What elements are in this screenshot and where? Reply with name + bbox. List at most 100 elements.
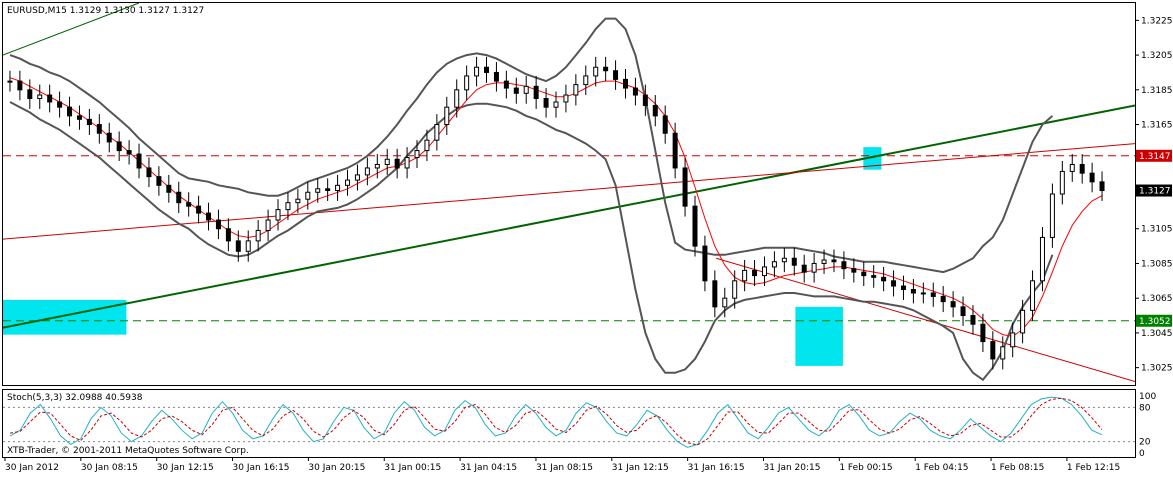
- candle-body: [940, 295, 946, 303]
- time-tick-label: 31 Jan 16:15: [688, 463, 745, 473]
- candle-body: [474, 66, 480, 77]
- candle-body: [17, 80, 23, 91]
- candle-body: [1020, 309, 1026, 334]
- candle-body: [841, 261, 847, 270]
- candle-body: [225, 228, 231, 242]
- price-tick-label: 1.3065: [1141, 294, 1173, 304]
- time-axis: 30 Jan 2012 30 Jan 08:15 30 Jan 12:15 30 Ja…: [4, 457, 1120, 473]
- candle-body: [970, 315, 976, 325]
- candle-body: [235, 240, 241, 252]
- candle-body: [1089, 172, 1095, 183]
- candle-body: [811, 262, 817, 273]
- time-tick-label: 31 Jan 04:15: [460, 463, 517, 473]
- time-tick-label: 30 Jan 2012: [5, 463, 59, 473]
- candle-body: [722, 297, 728, 308]
- candle-body: [444, 106, 450, 126]
- candle-body: [851, 268, 857, 273]
- candle-body: [503, 80, 509, 89]
- candle-body: [523, 85, 529, 94]
- level-tag-label-1: 1.3052: [1139, 317, 1171, 327]
- highlight-zone-1: [795, 306, 843, 366]
- candle-body: [1059, 170, 1065, 195]
- current-price-tag-label: 1.3127: [1139, 187, 1171, 197]
- time-tick-label: 30 Jan 12:15: [157, 463, 214, 473]
- candle-body: [364, 167, 370, 176]
- candle-body: [295, 198, 301, 204]
- stoch-tick-label: 100: [1139, 392, 1156, 402]
- candle-body: [96, 124, 102, 134]
- candle-body: [57, 101, 63, 108]
- candle-body: [881, 276, 887, 282]
- candle-body: [920, 292, 926, 295]
- highlight-zone-0: [3, 299, 127, 335]
- stoch-axis: 10080 200: [1139, 392, 1156, 459]
- price-tick-label: 1.3085: [1141, 259, 1173, 269]
- candle-body: [265, 219, 271, 231]
- candle-body: [255, 229, 261, 242]
- time-tick-label: 31 Jan 00:15: [384, 463, 441, 473]
- price-tick-label: 1.3225: [1141, 16, 1173, 26]
- candle-body: [781, 257, 787, 263]
- time-tick-label: 30 Jan 20:15: [308, 463, 365, 473]
- candle-body: [384, 158, 390, 165]
- candle-body: [116, 141, 122, 152]
- candle-body: [275, 209, 281, 221]
- candle-body: [990, 341, 996, 360]
- candle-body: [27, 89, 33, 100]
- time-tick-label: 1 Feb 04:15: [915, 463, 968, 473]
- candle-body: [215, 219, 221, 230]
- candle-body: [513, 87, 519, 94]
- stoch-tick-label: 80: [1139, 403, 1151, 413]
- candle-body: [891, 280, 897, 287]
- candle-body: [454, 89, 460, 108]
- candle-body: [37, 94, 43, 100]
- candle-body: [632, 87, 638, 96]
- candle-body: [662, 115, 668, 134]
- time-tick-label: 31 Jan 20:15: [764, 463, 821, 473]
- candle-body: [831, 259, 837, 263]
- chart-header: EURUSD,M15 1.3129 1.3130 1.3127 1.3127: [7, 6, 204, 16]
- candle-body: [1099, 181, 1105, 192]
- price-tick-label: 1.3105: [1141, 225, 1173, 235]
- candle-body: [861, 271, 867, 277]
- time-tick-label: 30 Jan 16:15: [233, 463, 290, 473]
- candle-body: [622, 78, 628, 89]
- candle-body: [47, 94, 53, 103]
- candle-body: [136, 153, 142, 169]
- candle-body: [603, 66, 609, 72]
- candle-body: [186, 202, 192, 207]
- candle-body: [652, 104, 658, 117]
- price-tick-label: 1.3025: [1141, 364, 1173, 374]
- candle-body: [67, 106, 73, 117]
- time-tick-label: 1 Feb 00:15: [839, 463, 892, 473]
- candle-body: [613, 70, 619, 80]
- time-tick-label: 31 Jan 08:15: [536, 463, 593, 473]
- candle-body: [742, 269, 748, 282]
- candle-body: [900, 285, 906, 291]
- candle-body: [86, 118, 92, 126]
- candle-body: [1000, 346, 1006, 360]
- candle-body: [583, 75, 589, 86]
- candle-body: [692, 205, 698, 247]
- candle-body: [712, 280, 718, 308]
- candle-body: [573, 84, 579, 96]
- candle-body: [771, 261, 777, 268]
- candle-body: [166, 184, 172, 193]
- candle-body: [960, 306, 966, 317]
- candle-body: [702, 245, 708, 282]
- candle-body: [1079, 163, 1085, 174]
- price-tick-label: 1.3205: [1141, 51, 1173, 61]
- stoch-tick-label: 20: [1139, 438, 1151, 448]
- candle-body: [1030, 280, 1036, 311]
- candle-body: [950, 301, 956, 308]
- candle-body: [543, 98, 549, 108]
- candle-body: [563, 94, 569, 103]
- main-panel-frame: [2, 2, 1136, 386]
- candle-body: [642, 94, 648, 106]
- stoch-tick-label: 0: [1139, 449, 1145, 459]
- candle-body: [980, 323, 986, 343]
- candle-body: [354, 174, 360, 181]
- candle-body: [533, 85, 539, 99]
- candle-body: [325, 188, 331, 192]
- time-tick-label: 1 Feb 08:15: [991, 463, 1044, 473]
